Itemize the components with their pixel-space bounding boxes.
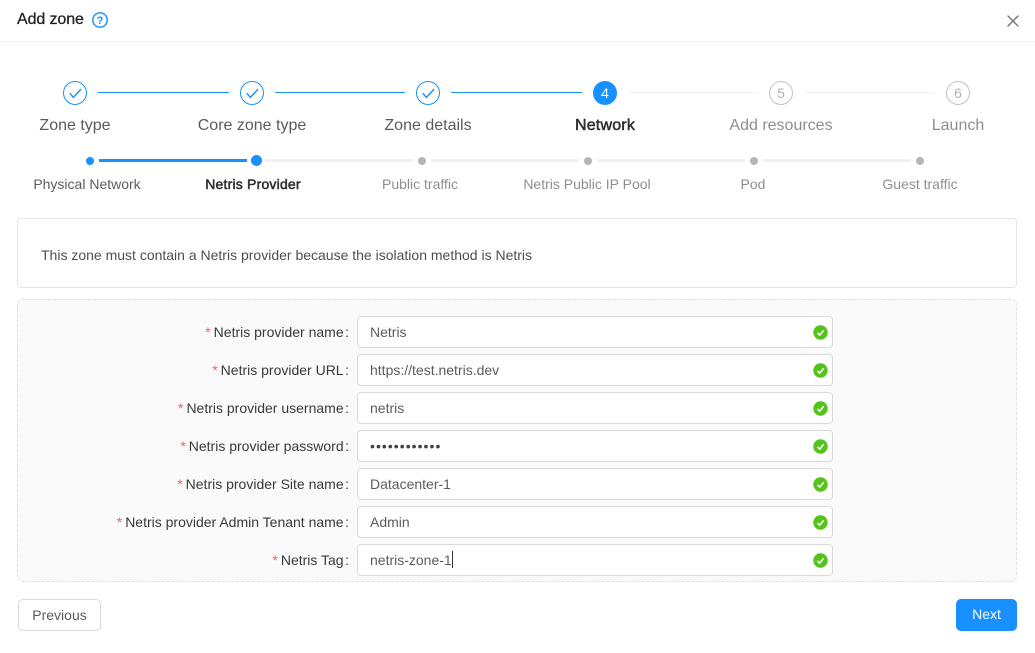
svg-text:?: ? <box>97 15 104 27</box>
